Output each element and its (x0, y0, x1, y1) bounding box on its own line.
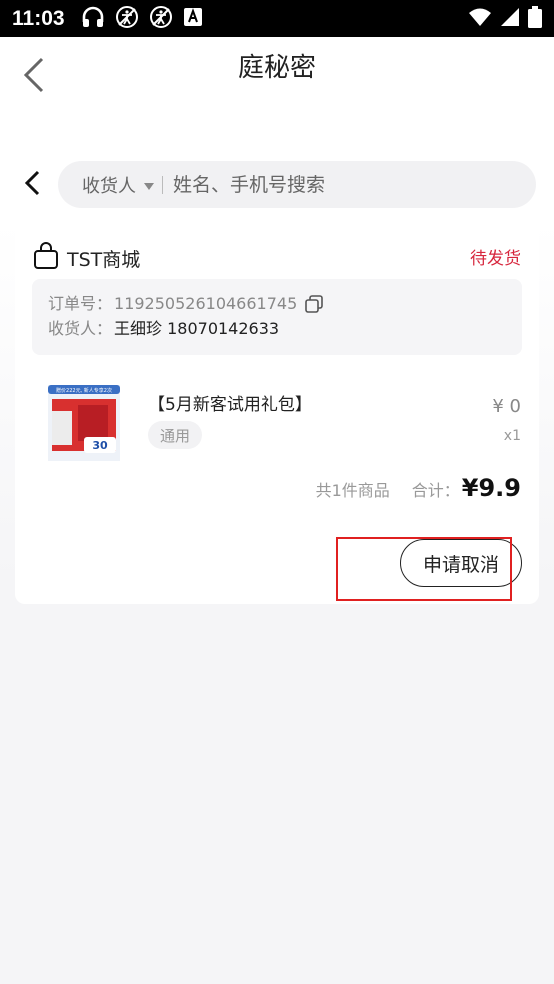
copy-icon[interactable] (305, 294, 324, 313)
wifi-icon (468, 7, 492, 31)
order-number: 119250526104661745 (114, 294, 298, 313)
status-icons (81, 5, 203, 33)
order-info-box: 订单号： 119250526104661745 收货人： 王细珍 1807014… (32, 279, 522, 355)
total-amount: ¥9.9 (461, 474, 521, 502)
search-back-button[interactable] (18, 168, 46, 198)
receiver-label: 收货人： (48, 319, 113, 338)
signal-icon (500, 7, 520, 31)
battery-icon (528, 5, 542, 32)
page-title: 庭秘密 (237, 53, 316, 83)
thumb-caption: 赠价222元, 新人专享2次 (56, 387, 112, 394)
search-row: 收货人 (0, 150, 554, 220)
search-divider (162, 175, 163, 194)
product-quantity: x1 (503, 428, 521, 444)
product-thumbnail[interactable]: 赠价222元, 新人专享2次 30 (48, 385, 120, 461)
highlight-box (336, 537, 512, 601)
search-filter-label: 收货人 (82, 175, 136, 197)
status-time: 11:03 (12, 6, 65, 30)
search-filter-dropdown[interactable]: 收货人 (82, 172, 162, 198)
order-status-badge: 待发货 (470, 249, 521, 269)
product-title[interactable]: 【5月新客试用礼包】 (148, 390, 312, 415)
order-number-label: 订单号： (48, 294, 113, 313)
status-right (468, 5, 542, 32)
total-label: 合计： (411, 481, 460, 500)
order-summary: 共1件商品 合计： ¥9.9 (316, 474, 521, 502)
caret-down-icon (144, 174, 154, 195)
status-bar: 11:03 (0, 0, 554, 37)
headset-icon (81, 6, 105, 32)
receiver-line: 收货人： 王细珍 18070142633 (48, 316, 506, 341)
shop-row[interactable]: TST商城 (33, 242, 140, 274)
font-a-icon (183, 7, 203, 31)
order-number-line: 订单号： 119250526104661745 (48, 291, 506, 316)
thumb-badge: 30 (92, 439, 108, 452)
a11y-off-icon (115, 5, 139, 33)
shop-name: TST商城 (67, 248, 141, 271)
shopping-bag-icon (33, 242, 59, 274)
chevron-left-icon (24, 170, 40, 196)
search-box[interactable]: 收货人 (58, 161, 536, 208)
product-price: ¥ 0 (492, 396, 521, 417)
item-count: 共1件商品 (315, 481, 390, 500)
search-input[interactable] (173, 173, 473, 196)
receiver-info: 王细珍 18070142633 (114, 319, 280, 338)
product-tag: 通用 (148, 421, 203, 449)
nav-bar: 庭秘密 (0, 37, 554, 147)
a11y-off-icon (149, 5, 173, 33)
